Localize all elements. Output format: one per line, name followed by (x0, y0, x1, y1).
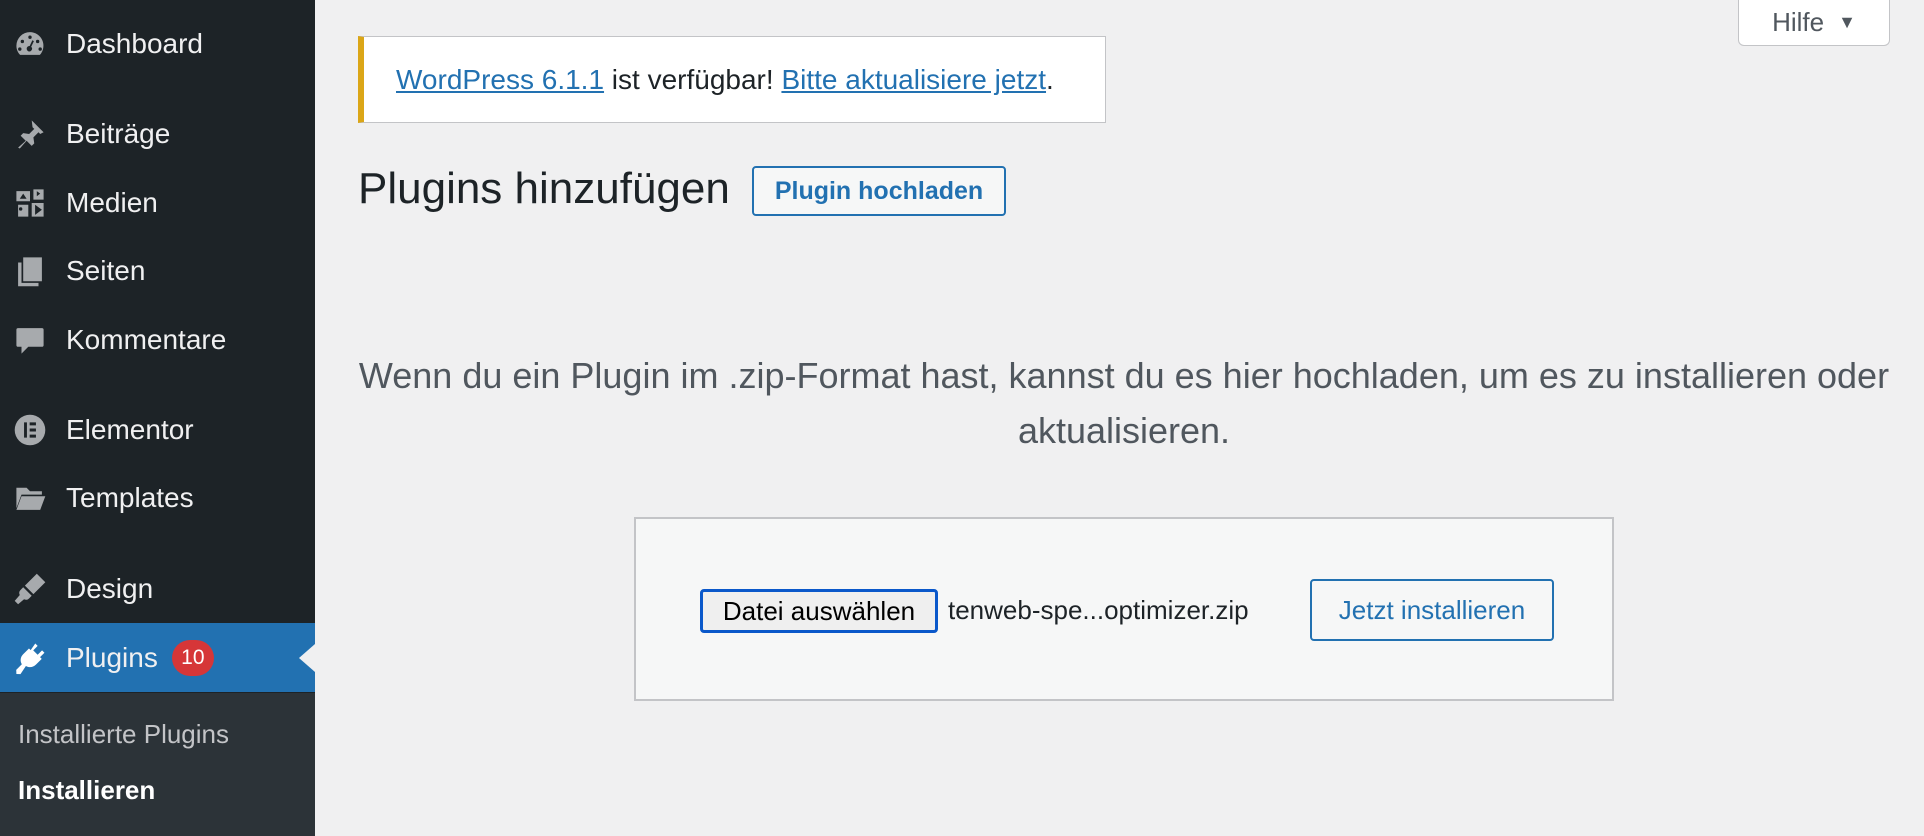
sidebar-item-posts[interactable]: Beiträge (0, 106, 315, 162)
folder-icon (12, 480, 48, 516)
sidebar-item-label: Beiträge (66, 118, 171, 149)
submenu-item-installed-plugins[interactable]: Installierte Plugins (18, 719, 229, 750)
sidebar-item-design[interactable]: Design (0, 561, 315, 617)
selected-file-name: tenweb-spe...optimizer.zip (948, 595, 1249, 625)
notice-text: ist verfügbar! (604, 63, 782, 95)
comment-icon (12, 322, 48, 358)
pin-icon (12, 116, 48, 152)
choose-file-button[interactable]: Datei auswählen (700, 589, 938, 633)
sidebar-item-label: Medien (66, 187, 158, 218)
elementor-icon (12, 412, 48, 448)
caret-down-icon: ▼ (1838, 12, 1856, 32)
pages-icon (12, 253, 48, 289)
upload-form: Datei auswählen tenweb-spe...optimizer.z… (634, 517, 1614, 701)
dashboard-icon (12, 26, 48, 62)
media-icon (12, 185, 48, 221)
brush-icon (12, 571, 48, 607)
sidebar-item-media[interactable]: Medien (0, 175, 315, 231)
page-title: Plugins hinzufügen (358, 164, 730, 213)
sidebar-item-dashboard[interactable]: Dashboard (0, 16, 315, 72)
update-now-link[interactable]: Bitte aktualisiere jetzt (781, 64, 1046, 96)
plugins-submenu: Installierte Plugins Installieren (0, 693, 315, 836)
notice-period: . (1046, 63, 1054, 95)
sidebar-item-label: Elementor (66, 414, 194, 445)
submenu-item-add-new[interactable]: Installieren (18, 775, 155, 806)
install-now-button[interactable]: Jetzt installieren (1310, 579, 1554, 641)
help-tab-label: Hilfe (1772, 7, 1825, 37)
sidebar-item-templates[interactable]: Templates (0, 470, 315, 526)
wordpress-version-link[interactable]: WordPress 6.1.1 (396, 64, 604, 96)
admin-sidebar: Dashboard Beiträge Medien Seiten Komment… (0, 0, 315, 836)
plugin-icon (12, 640, 48, 676)
update-count-badge: 10 (171, 639, 214, 676)
sidebar-item-label: Plugins (66, 641, 158, 673)
upload-instructions: Wenn du ein Plugin im .zip-Format hast, … (358, 355, 1890, 451)
upload-plugin-button[interactable]: Plugin hochladen (752, 166, 1006, 216)
sidebar-item-label: Kommentare (66, 324, 227, 355)
sidebar-item-label: Design (66, 573, 154, 604)
sidebar-item-label: Dashboard (66, 28, 203, 59)
sidebar-item-comments[interactable]: Kommentare (0, 312, 315, 368)
sidebar-item-plugins[interactable]: Plugins 10 (0, 623, 315, 692)
help-tab-button[interactable]: Hilfe ▼ (1738, 0, 1890, 46)
update-notice: WordPress 6.1.1 ist verfügbar! Bitte akt… (358, 36, 1106, 123)
sidebar-item-label: Templates (66, 482, 194, 513)
sidebar-item-pages[interactable]: Seiten (0, 243, 315, 299)
sidebar-item-elementor[interactable]: Elementor (0, 402, 315, 458)
sidebar-item-label: Seiten (66, 255, 146, 286)
